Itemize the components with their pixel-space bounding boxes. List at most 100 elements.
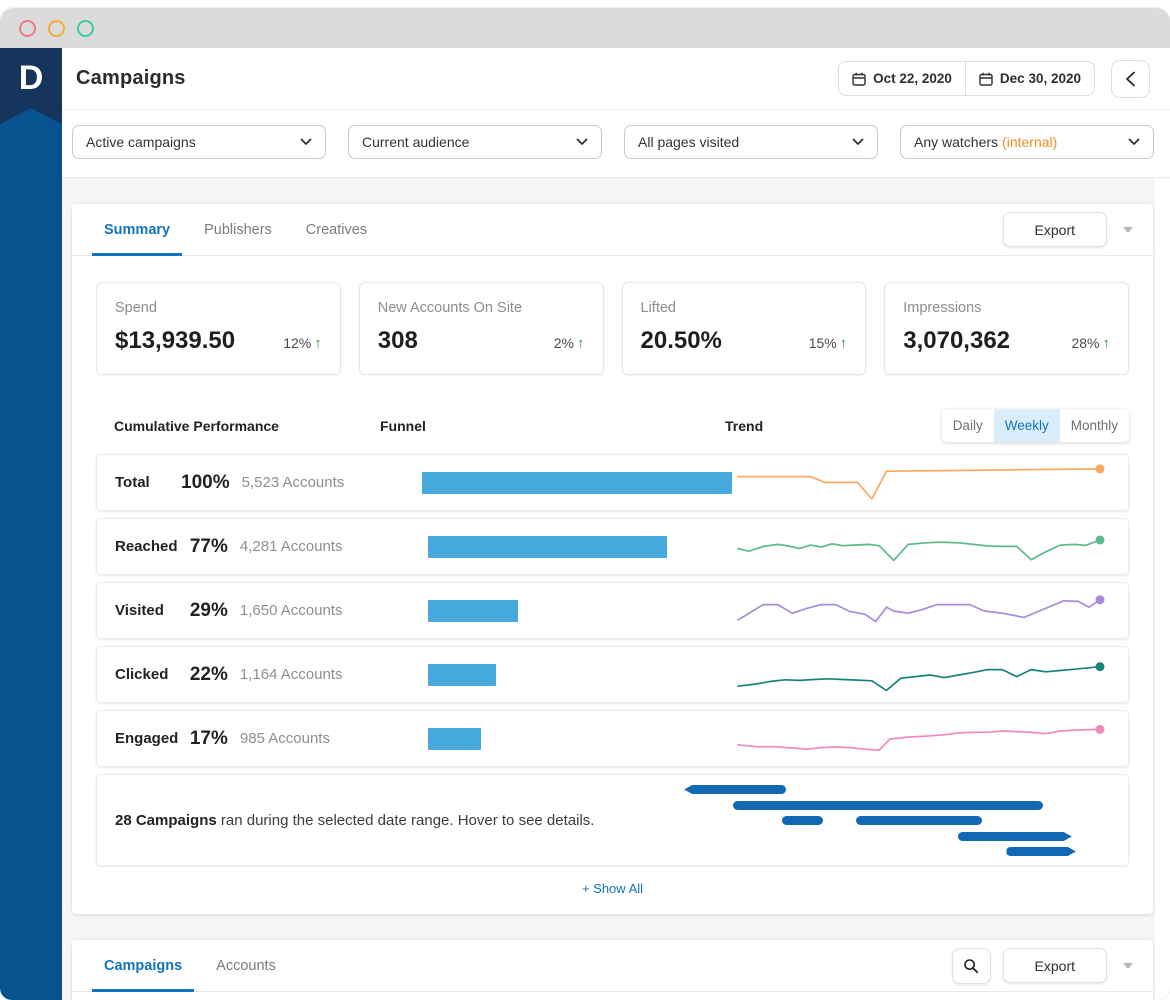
window-minimize-icon[interactable] xyxy=(48,20,65,37)
trend-up-icon: ↑ xyxy=(840,335,848,352)
search-button[interactable] xyxy=(952,948,991,984)
row-label: Reached xyxy=(115,538,184,555)
campaign-bar[interactable] xyxy=(733,801,1043,810)
export-button[interactable]: Export xyxy=(1003,212,1107,247)
table-row-reached[interactable]: Reached 77% 4,281 Accounts xyxy=(96,518,1129,575)
toggle-daily[interactable]: Daily xyxy=(942,409,994,442)
table-row-engaged[interactable]: Engaged 17% 985 Accounts xyxy=(96,710,1129,767)
start-date-label: Oct 22, 2020 xyxy=(873,71,952,86)
search-icon xyxy=(963,958,979,974)
collapse-panel-button[interactable] xyxy=(1111,60,1150,98)
metric-value: 3,070,362 xyxy=(903,327,1010,355)
tab-creatives[interactable]: Creatives xyxy=(300,204,373,255)
summary-card: Summary Publishers Creatives Export Spen… xyxy=(72,204,1153,914)
selection-count: 28 Campaigns selected xyxy=(72,992,1153,1000)
calendar-icon xyxy=(852,72,866,86)
tab-campaigns[interactable]: Campaigns xyxy=(98,940,188,991)
metric-value: $13,939.50 xyxy=(115,327,235,355)
calendar-icon xyxy=(979,72,993,86)
tab-accounts[interactable]: Accounts xyxy=(210,940,282,991)
trend-sparkline xyxy=(732,653,1114,697)
metric-cards: Spend $13,939.50 12%↑ New Accounts On Si… xyxy=(72,256,1153,385)
filter-label: All pages visited xyxy=(638,134,739,150)
metric-spend[interactable]: Spend $13,939.50 12%↑ xyxy=(96,282,341,375)
audience-filter[interactable]: Current audience xyxy=(348,125,602,159)
export-menu-button[interactable] xyxy=(1119,223,1137,237)
performance-rows: Total 100% 5,523 Accounts Reached 77% 4,… xyxy=(72,454,1153,767)
row-accounts: 985 Accounts xyxy=(228,730,428,747)
watchers-filter[interactable]: Any watchers(internal) xyxy=(900,125,1154,159)
start-date-button[interactable]: Oct 22, 2020 xyxy=(838,61,966,96)
table-row-visited[interactable]: Visited 29% 1,650 Accounts xyxy=(96,582,1129,639)
campaigns-count: 28 Campaigns xyxy=(115,812,217,829)
chevron-down-icon xyxy=(300,138,312,146)
metric-label: Spend xyxy=(115,300,322,316)
funnel-bar xyxy=(422,472,732,494)
chevron-left-icon xyxy=(1125,71,1136,87)
campaign-bar[interactable] xyxy=(782,816,823,825)
table-row-clicked[interactable]: Clicked 22% 1,164 Accounts xyxy=(96,646,1129,703)
campaigns-timeline-card[interactable]: 28 Campaigns ran during the selected dat… xyxy=(96,774,1129,866)
metric-impressions[interactable]: Impressions 3,070,362 28%↑ xyxy=(884,282,1129,375)
filter-bar: Active campaigns Current audience All pa… xyxy=(62,110,1170,178)
window-close-icon[interactable] xyxy=(19,20,36,37)
campaign-bar[interactable] xyxy=(958,832,1072,841)
tab-publishers[interactable]: Publishers xyxy=(198,204,278,255)
row-accounts: 1,164 Accounts xyxy=(228,666,428,683)
end-date-button[interactable]: Dec 30, 2020 xyxy=(965,61,1095,96)
campaign-gantt xyxy=(676,781,1084,859)
page-header: Campaigns Oct 22, 2020 Dec 30, 2020 xyxy=(62,48,1170,110)
chevron-down-icon xyxy=(1128,138,1140,146)
export-menu-button[interactable] xyxy=(1119,959,1137,973)
row-percent: 22% xyxy=(184,664,228,686)
trend-up-icon: ↑ xyxy=(1103,335,1111,352)
column-funnel: Funnel xyxy=(380,418,725,434)
row-percent: 100% xyxy=(181,472,230,494)
chevron-down-icon xyxy=(852,138,864,146)
metric-label: Impressions xyxy=(903,300,1110,316)
end-date-label: Dec 30, 2020 xyxy=(1000,71,1081,86)
campaigns-note: 28 Campaigns ran during the selected dat… xyxy=(115,812,594,829)
toggle-weekly[interactable]: Weekly xyxy=(994,409,1060,442)
metric-delta: 15%↑ xyxy=(809,335,848,352)
campaign-bar[interactable] xyxy=(856,816,982,825)
browser-titlebar xyxy=(0,8,1170,48)
toggle-monthly[interactable]: Monthly xyxy=(1060,409,1129,442)
row-accounts: 4,281 Accounts xyxy=(228,538,428,555)
funnel-bar xyxy=(428,664,496,686)
tab-summary[interactable]: Summary xyxy=(98,204,176,255)
row-percent: 29% xyxy=(184,600,228,622)
filter-label: Any watchers(internal) xyxy=(914,134,1057,150)
metric-lifted[interactable]: Lifted 20.50% 15%↑ xyxy=(622,282,867,375)
metric-label: Lifted xyxy=(641,300,848,316)
campaign-bar[interactable] xyxy=(1006,847,1075,856)
filter-label: Current audience xyxy=(362,134,469,150)
pages-visited-filter[interactable]: All pages visited xyxy=(624,125,878,159)
metric-value: 20.50% xyxy=(641,327,722,355)
row-percent: 17% xyxy=(184,728,228,750)
row-label: Total xyxy=(115,474,181,491)
funnel-bar xyxy=(428,728,481,750)
campaign-status-filter[interactable]: Active campaigns xyxy=(72,125,326,159)
row-accounts: 1,650 Accounts xyxy=(228,602,428,619)
period-toggle: Daily Weekly Monthly xyxy=(942,409,1129,442)
metric-delta: 12%↑ xyxy=(283,335,322,352)
export-button[interactable]: Export xyxy=(1003,948,1107,983)
column-trend: Trend xyxy=(725,418,942,434)
trend-sparkline xyxy=(732,717,1114,761)
row-percent: 77% xyxy=(184,536,228,558)
campaign-bar[interactable] xyxy=(684,785,786,794)
app-window: D Campaigns Oct 22, 2020 Dec 30, 2020 xyxy=(0,8,1170,1000)
funnel-bar xyxy=(428,536,667,558)
internal-suffix: (internal) xyxy=(1002,134,1057,150)
metric-new-accounts[interactable]: New Accounts On Site 308 2%↑ xyxy=(359,282,604,375)
summary-tabbar: Summary Publishers Creatives Export xyxy=(72,204,1153,256)
metric-value: 308 xyxy=(378,327,418,355)
chevron-down-icon xyxy=(576,138,588,146)
trend-sparkline xyxy=(732,461,1114,505)
show-all-link[interactable]: + Show All xyxy=(72,866,1153,914)
page-title: Campaigns xyxy=(76,67,186,90)
row-label: Visited xyxy=(115,602,184,619)
window-maximize-icon[interactable] xyxy=(77,20,94,37)
table-row-total[interactable]: Total 100% 5,523 Accounts xyxy=(96,454,1129,511)
